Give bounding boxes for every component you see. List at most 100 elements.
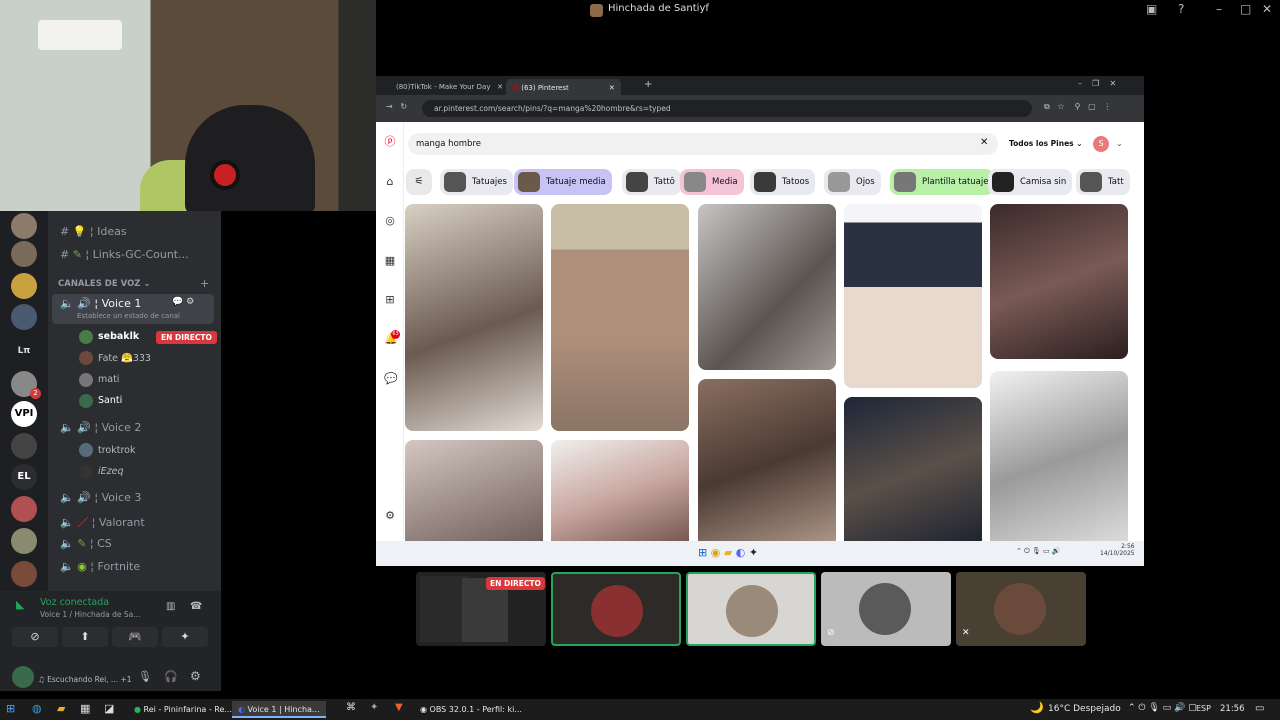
pin-filter-dropdown[interactable]: Todos los Pines ⌄ <box>1009 139 1083 148</box>
server-lp[interactable]: Lπ <box>11 338 37 364</box>
browser-window-controls[interactable]: – ❐ ✕ <box>1078 79 1116 88</box>
edge-icon[interactable]: ◍ <box>32 702 42 715</box>
inner-tray-icons[interactable]: ⌃ ⏻ 🎙 ▭ 🔊 <box>1016 547 1061 556</box>
inner-taskbar-apps[interactable]: ⊞ ◉ ▰ ◐ ✦ <box>698 546 758 559</box>
browser-toolbar-icons[interactable]: ⧉ ☆ ⚲ ▢ ⋮ <box>1044 102 1111 112</box>
weather-text[interactable]: 16°C Despejado <box>1048 704 1121 714</box>
pin-image[interactable] <box>990 371 1128 550</box>
start-icon[interactable]: ⊞ <box>6 702 15 715</box>
headphones-icon[interactable]: 🎧 <box>164 670 178 683</box>
chip-tatt[interactable]: Tatt <box>1076 169 1130 195</box>
account-chevron-icon[interactable]: ⌄ <box>1116 139 1123 148</box>
maximize-button[interactable]: □ <box>1240 2 1251 16</box>
forward-icon[interactable]: → ↻ <box>386 102 407 111</box>
user-status[interactable]: ♫ Escuchando Rei, ... +1 <box>38 675 132 684</box>
voice-channel-cs[interactable]: 🔈 ✎ ¦ CS <box>60 537 112 550</box>
clear-search-icon[interactable]: ✕ <box>980 137 988 148</box>
notification-icon[interactable]: ▭ <box>1255 703 1264 714</box>
chip-camisa-sin[interactable]: Camisa sin <box>988 169 1073 195</box>
channel-actions-icon[interactable]: 💬 ⚙ <box>172 297 194 307</box>
server-el[interactable]: EL <box>11 464 37 490</box>
pin-image[interactable] <box>405 204 543 431</box>
server-avatar[interactable] <box>11 273 37 299</box>
soundboard-button[interactable]: ✦ <box>162 627 208 647</box>
pin-image[interactable] <box>990 204 1128 359</box>
app-icon[interactable]: ▦ <box>80 702 90 715</box>
avatar[interactable] <box>12 666 34 688</box>
member-name[interactable]: Santi <box>98 395 122 406</box>
server-avatar[interactable] <box>11 241 37 267</box>
clock[interactable]: 21:56 <box>1220 704 1245 714</box>
chip-tatuajes[interactable]: Tatuajes <box>440 169 513 195</box>
create-icon[interactable]: ⊞ <box>384 294 396 306</box>
server-avatar[interactable] <box>11 561 37 587</box>
chip-media[interactable]: Media <box>680 169 744 195</box>
video-tile[interactable] <box>686 572 816 646</box>
camera-button[interactable]: ⊘ <box>12 627 58 647</box>
settings-icon[interactable]: ⚙ <box>384 510 396 522</box>
voice-channel-2[interactable]: 🔈 🔊 ¦ Voice 2 <box>60 421 141 434</box>
minimize-button[interactable]: – <box>1216 2 1222 16</box>
video-tile[interactable] <box>551 572 681 646</box>
member-name[interactable]: Fate 😤333 <box>98 353 151 364</box>
voice-channel-1[interactable]: 🔈 🔊 ¦ Voice 1 <box>60 297 141 310</box>
pin-image[interactable] <box>551 204 689 431</box>
brave-icon[interactable]: ▼ <box>395 702 403 713</box>
server-avatar[interactable] <box>11 433 37 459</box>
member-name[interactable]: iEzeq <box>98 466 124 477</box>
server-vpi[interactable]: VPI <box>11 401 37 427</box>
voice-channel-3[interactable]: 🔈 🔊 ¦ Voice 3 <box>60 491 141 504</box>
taskbar-obs[interactable]: ◉ OBS 32.0.1 - Perfil: ki... <box>414 701 528 718</box>
steam-icon[interactable]: ✦ <box>370 702 378 713</box>
voice-section-header[interactable]: CANALES DE VOZ ⌄ <box>58 279 151 289</box>
pin-image[interactable] <box>844 204 982 388</box>
add-channel-icon[interactable]: + <box>200 277 209 290</box>
voice-channel-valorant[interactable]: 🔈 ／ ¦ Valorant <box>60 514 145 530</box>
voice-location[interactable]: Voice 1 / Hinchada de Sa... <box>40 610 140 619</box>
voice-channel-fortnite[interactable]: 🔈 ◉ ¦ Fortnite <box>60 560 140 573</box>
member-name[interactable]: troktrok <box>98 445 135 456</box>
filters-icon[interactable]: ⚟ <box>406 169 432 195</box>
home-icon[interactable]: ⌂ <box>384 176 396 188</box>
server-avatar[interactable] <box>11 304 37 330</box>
voice-status[interactable]: Voz conectada <box>40 597 109 608</box>
tray-icons[interactable]: ⌃ ⏻ 🎙 ▭ 🔊 ▢ <box>1128 703 1197 713</box>
chip-ojos[interactable]: Ojos <box>824 169 881 195</box>
member-name[interactable]: mati <box>98 374 119 385</box>
member-name[interactable]: sebaklk <box>98 331 139 342</box>
pinterest-logo[interactable]: ⓟ <box>384 136 396 148</box>
app-icon[interactable]: ⌘ <box>346 702 356 713</box>
profile-avatar[interactable]: S <box>1093 136 1109 152</box>
explore-icon[interactable]: ◎ <box>384 215 396 227</box>
video-tile-stream[interactable]: EN DIRECTO <box>416 572 546 646</box>
search-input[interactable]: manga hombre <box>408 133 998 155</box>
pin-image[interactable] <box>698 379 836 550</box>
pin-image[interactable] <box>844 397 982 550</box>
pin-image[interactable] <box>551 440 689 550</box>
channel-links[interactable]: # ✎ ¦ Links-GC-Count... <box>60 248 189 261</box>
video-tile[interactable]: ⊘ <box>821 572 951 646</box>
chip-tatoos[interactable]: Tatoos <box>750 169 816 195</box>
server-avatar[interactable] <box>11 496 37 522</box>
server-avatar[interactable] <box>11 213 37 239</box>
inbox-icon[interactable]: ▣ <box>1146 2 1157 16</box>
close-button[interactable]: ✕ <box>1262 2 1272 16</box>
channel-status-hint[interactable]: Establece un estado de canal <box>77 312 180 320</box>
pin-image[interactable] <box>698 204 836 370</box>
noise-icon[interactable]: ▥ <box>166 601 175 612</box>
screen-share-button[interactable]: ⬆ <box>62 627 108 647</box>
app-icon[interactable]: ◪ <box>104 702 114 715</box>
help-icon[interactable]: ? <box>1178 2 1184 16</box>
chip-plantilla-tatuaje[interactable]: Plantilla tatuaje <box>890 169 995 195</box>
taskbar-spotify[interactable]: ● Rei - Pininfarina - Re... <box>128 701 238 718</box>
disconnect-icon[interactable]: ☎ <box>190 601 202 612</box>
boards-icon[interactable]: ▦ <box>384 255 396 267</box>
new-tab-button[interactable]: + <box>644 79 652 90</box>
video-tile[interactable]: ✕ <box>956 572 1086 646</box>
server-avatar[interactable] <box>11 528 37 554</box>
settings-icon[interactable]: ⚙ <box>190 669 201 683</box>
language-indicator[interactable]: ESP <box>1196 704 1211 713</box>
chip-tatto[interactable]: Tattô <box>622 169 681 195</box>
tab-pinterest[interactable]: ⓟ (63) Pinterest ✕ <box>506 79 621 95</box>
file-explorer-icon[interactable]: ▰ <box>57 702 65 715</box>
